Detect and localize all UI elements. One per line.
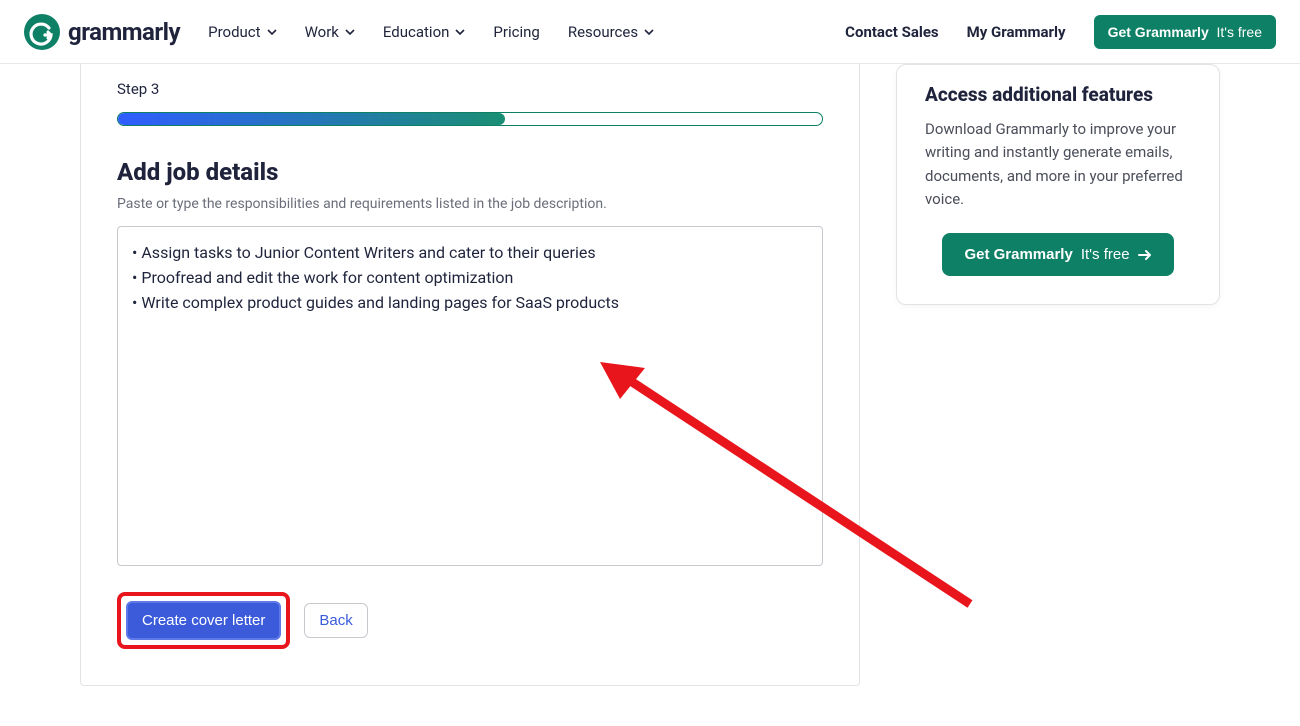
progress-bar [117, 112, 823, 126]
nav-item-label: Education [383, 23, 450, 41]
chevron-down-icon [267, 27, 277, 37]
job-details-textarea[interactable] [117, 226, 823, 566]
top-nav: grammarly Product Work Education Pricing… [0, 0, 1300, 64]
contact-sales-link[interactable]: Contact Sales [845, 23, 938, 41]
cta-thin-text: It's free [1217, 24, 1262, 40]
chevron-down-icon [644, 27, 654, 37]
sidebar-get-grammarly-button[interactable]: Get Grammarly It's free [942, 233, 1173, 276]
nav-item-pricing[interactable]: Pricing [493, 23, 539, 41]
chevron-down-icon [455, 27, 465, 37]
page-body: Step 3 Add job details Paste or type the… [0, 64, 1300, 726]
logo-text: grammarly [68, 18, 180, 46]
button-row: Create cover letter Back [117, 592, 823, 649]
progress-fill [118, 113, 505, 125]
section-title: Add job details [117, 158, 823, 186]
nav-items: Product Work Education Pricing Resources [208, 23, 654, 41]
sidebar-title: Access additional features [925, 83, 1191, 106]
chevron-down-icon [345, 27, 355, 37]
create-cover-letter-button[interactable]: Create cover letter [126, 601, 281, 640]
main-card: Step 3 Add job details Paste or type the… [80, 64, 860, 686]
logo[interactable]: grammarly [24, 14, 180, 50]
my-grammarly-link[interactable]: My Grammarly [967, 23, 1066, 41]
section-subtitle: Paste or type the responsibilities and r… [117, 196, 823, 212]
nav-item-work[interactable]: Work [305, 23, 355, 41]
cta-bold-text: Get Grammarly [1108, 24, 1209, 40]
back-button[interactable]: Back [304, 603, 367, 638]
nav-item-product[interactable]: Product [208, 23, 276, 41]
sidebar-body: Download Grammarly to improve your writi… [925, 118, 1191, 211]
nav-item-label: Product [208, 23, 260, 41]
nav-item-resources[interactable]: Resources [568, 23, 654, 41]
get-grammarly-button[interactable]: Get Grammarly It's free [1094, 15, 1276, 49]
sidebar-cta-thin: It's free [1081, 246, 1130, 263]
sidebar-cta-bold: Get Grammarly [964, 246, 1072, 263]
nav-item-label: Resources [568, 23, 638, 41]
step-label: Step 3 [117, 80, 823, 98]
nav-item-education[interactable]: Education [383, 23, 466, 41]
grammarly-logo-icon [24, 14, 60, 50]
sidebar-card: Access additional features Download Gram… [896, 64, 1220, 305]
nav-right: Contact Sales My Grammarly Get Grammarly… [845, 15, 1276, 49]
annotation-highlight: Create cover letter [117, 592, 290, 649]
arrow-right-icon [1138, 249, 1152, 261]
nav-item-label: Pricing [493, 23, 539, 41]
nav-item-label: Work [305, 23, 339, 41]
